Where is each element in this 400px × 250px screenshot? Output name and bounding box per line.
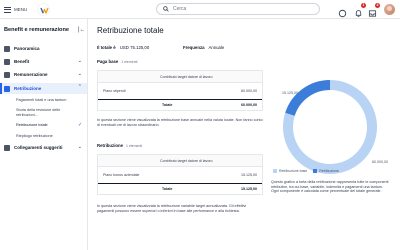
column-header: Contributo target datore di lavoro — [160, 75, 213, 79]
menu-button[interactable]: MENU — [4, 4, 27, 15]
notifications-button[interactable]: 1 — [354, 3, 366, 17]
chat-icon — [338, 9, 347, 18]
sidebar-item-benefit[interactable]: Benefit ⌄ — [0, 56, 87, 67]
sidebar: Benefit e remunerazione |← Panoramica Be… — [0, 19, 88, 250]
stat-value: Annuale — [208, 45, 225, 50]
legend-label: Retribuzione base — [279, 169, 308, 173]
sidebar-subitem-pagamenti[interactable]: Pagamenti totali e una tantum — [16, 98, 76, 103]
sidebar-subitem-storia[interactable]: Storia della revisione delle retribuzion… — [16, 108, 76, 117]
chevron-down-icon: ⌄ — [77, 58, 82, 64]
inbox-button[interactable]: 4 — [368, 3, 380, 17]
section-count: 1 elementi — [121, 60, 138, 64]
remuneration-icon — [4, 71, 10, 78]
search-icon — [163, 6, 169, 12]
frequency-stat: Frequenza Annuale — [183, 45, 224, 50]
legend-swatch — [273, 169, 277, 174]
collapse-sidebar-icon[interactable]: |← — [78, 27, 86, 33]
sidebar-item-retribuzione[interactable]: Retribuzione ⌃ — [0, 83, 87, 94]
table-row[interactable]: Piano stipendi 60.000,00 — [98, 83, 262, 99]
stat-label: Il totale è — [97, 45, 116, 50]
table-total-row: Totale 15.125,00 — [98, 183, 262, 194]
inbox-icon — [368, 10, 377, 17]
table-total-row: Totale 60.000,00 — [98, 99, 262, 110]
chart-legend: Retribuzione base Retribuzione — [273, 169, 339, 174]
legend-item-base[interactable]: Retribuzione base — [273, 169, 308, 174]
chevron-up-icon: ⌃ — [77, 84, 82, 90]
bell-icon — [355, 10, 362, 17]
total-stat: Il totale è USD 75.125,00 — [97, 45, 149, 50]
chart-description: Questo grafico a torta della retribuzion… — [271, 180, 389, 194]
links-icon — [4, 144, 10, 151]
top-bar: MENU 1 4 — [0, 0, 400, 19]
sidebar-subitem-riepilogo[interactable]: Riepilogo retribuzione — [16, 134, 76, 139]
legend-label: Retribuzione — [319, 169, 339, 173]
sidebar-item-label: Retribuzione — [14, 86, 42, 91]
sidebar-item-label: Collegamenti suggeriti — [14, 145, 63, 150]
logo-icon — [40, 7, 49, 14]
donut-slice-retribuzione[interactable] — [285, 80, 331, 117]
sidebar-item-remunerazione[interactable]: Remunerazione ⌄ — [0, 69, 87, 80]
chevron-down-icon: ⌄ — [77, 71, 82, 77]
sidebar-item-panoramica[interactable]: Panoramica — [0, 43, 87, 54]
chevron-down-icon: ⌄ — [77, 144, 82, 150]
benefit-icon — [4, 58, 10, 65]
compensation-icon — [4, 85, 10, 92]
stat-label: Frequenza — [183, 45, 205, 50]
user-avatar[interactable] — [384, 4, 395, 15]
column-header: Contributo target datore di lavoro — [160, 159, 213, 163]
search-bar[interactable] — [156, 3, 320, 15]
retribuzione-table: Contributo target datore di lavoro Piano… — [97, 154, 263, 195]
inbox-badge: 4 — [375, 3, 380, 8]
sidebar-item-label: Benefit — [14, 59, 30, 64]
row-name: Piano stipendi — [103, 89, 126, 93]
search-input[interactable] — [173, 6, 303, 12]
chat-button[interactable] — [338, 5, 347, 18]
sidebar-title: Benefit e remunerazione — [4, 27, 69, 33]
sidebar-subitem-retribuzione-totale[interactable]: Retribuzione totale — [16, 123, 76, 128]
paga-base-note: In questa sezione viene visualizzata la … — [97, 118, 263, 127]
retribuzione-title: Retribuzione 1 elementi — [97, 143, 142, 148]
paga-base-table: Contributo target datore di lavoro Piano… — [97, 70, 263, 111]
sidebar-item-label: Panoramica — [14, 46, 40, 51]
company-logo[interactable] — [37, 3, 50, 16]
row-name: Piano bonus aziendale — [103, 173, 140, 177]
overview-icon — [4, 45, 10, 52]
retribuzione-note: In questa sezione viene visualizzata la … — [97, 204, 247, 213]
total-value: 15.125,00 — [241, 187, 257, 191]
slice-value-label: 60.000,00 — [372, 160, 388, 164]
main-content: Retribuzione totale Il totale è USD 75.1… — [97, 19, 400, 250]
total-label: Totale — [162, 187, 173, 191]
section-title: Retribuzione — [97, 143, 124, 148]
menu-label: MENU — [14, 7, 28, 12]
sidebar-item-collegamenti[interactable]: Collegamenti suggeriti ⌄ — [0, 142, 87, 153]
legend-swatch — [313, 169, 318, 174]
total-label: Totale — [162, 103, 173, 107]
sidebar-item-label: Remunerazione — [14, 72, 48, 77]
page-title: Retribuzione totale — [97, 26, 164, 35]
legend-item-retribuzione[interactable]: Retribuzione — [313, 169, 339, 174]
section-title: Paga base — [97, 59, 119, 64]
slice-value-label: 15.125,00 — [282, 91, 298, 95]
stat-value: USD 75.125,00 — [119, 45, 150, 50]
notifications-badge: 1 — [361, 3, 366, 8]
row-value: 60.000,00 — [241, 89, 257, 93]
table-row[interactable]: Piano bonus aziendale 15.125,00 — [98, 167, 262, 183]
section-count: 1 elementi — [126, 144, 143, 148]
total-value: 60.000,00 — [241, 103, 257, 107]
paga-base-title: Paga base 1 elementi — [97, 59, 137, 64]
table-header: Contributo target datore di lavoro — [98, 71, 262, 83]
selected-check-icon: ✓ — [78, 122, 83, 128]
table-header: Contributo target datore di lavoro — [98, 155, 262, 167]
row-value: 15.125,00 — [241, 173, 257, 177]
hamburger-icon — [4, 6, 11, 13]
